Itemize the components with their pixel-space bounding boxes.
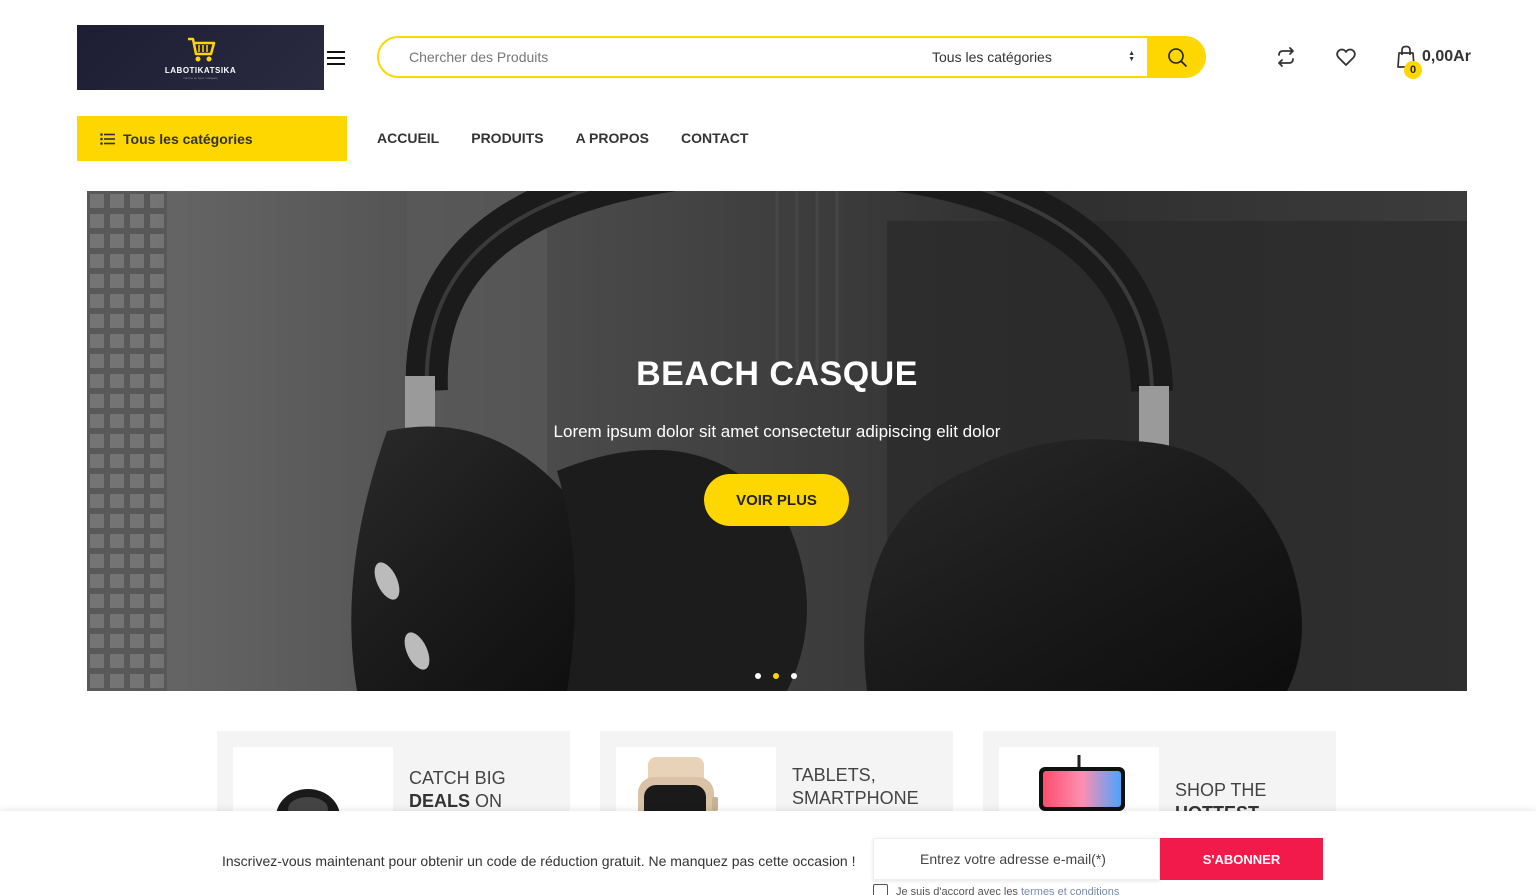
main-nav: ACCUEIL PRODUITS A PROPOS CONTACT bbox=[377, 130, 748, 146]
search-button[interactable] bbox=[1147, 38, 1204, 76]
site-logo[interactable]: LABOTIKATSIKA marché en ligne malagasy bbox=[77, 25, 324, 90]
terms-link[interactable]: termes et conditions bbox=[1021, 886, 1119, 895]
slider-dot-2[interactable] bbox=[773, 673, 779, 679]
search-category-value: Tous les catégories bbox=[932, 49, 1052, 65]
newsletter-bar: Inscrivez-vous maintenant pour obtenir u… bbox=[0, 811, 1536, 895]
select-arrows-icon: ▲ ▼ bbox=[1128, 50, 1135, 63]
search-input[interactable] bbox=[379, 38, 922, 76]
hero-subtitle: Lorem ipsum dolor sit amet consectetur a… bbox=[553, 422, 1001, 441]
cart-total: 0,00Ar bbox=[1422, 48, 1471, 65]
hero-title: BEACH CASQUE bbox=[636, 355, 918, 393]
all-categories-button[interactable]: Tous les catégories bbox=[77, 116, 347, 161]
brand-tagline: marché en ligne malagasy bbox=[182, 75, 219, 80]
search-category-select[interactable]: Tous les catégories ▲ ▼ bbox=[922, 38, 1147, 76]
menu-toggle-icon[interactable] bbox=[326, 49, 346, 67]
search-icon bbox=[1167, 48, 1187, 67]
cart-button[interactable]: 0 0,00Ar bbox=[1396, 45, 1471, 79]
slider-dot-3[interactable] bbox=[791, 673, 797, 679]
all-categories-label: Tous les catégories bbox=[123, 130, 253, 147]
brand-name: LABOTIKATSIKA bbox=[164, 65, 237, 75]
cart-count-badge: 0 bbox=[1404, 61, 1422, 79]
promo-text-deals: CATCH BIG DEALS ON bbox=[409, 768, 506, 811]
promo-text-tablets: TABLETS, SMARTPHONE bbox=[792, 765, 919, 808]
search-bar: Tous les catégories ▲▼ bbox=[377, 36, 1206, 78]
terms-agreement: Je suis d'accord avec les termes et cond… bbox=[873, 884, 1119, 895]
newsletter-email-input[interactable] bbox=[873, 838, 1160, 880]
compare-icon[interactable] bbox=[1275, 46, 1297, 68]
nav-link-a-propos[interactable]: A PROPOS bbox=[576, 130, 649, 146]
terms-agree-text: Je suis d'accord avec les bbox=[896, 885, 1018, 895]
slider-dots bbox=[755, 673, 797, 679]
list-icon bbox=[100, 132, 115, 145]
subscribe-button[interactable]: S'ABONNER bbox=[1160, 838, 1323, 880]
wishlist-heart-icon[interactable] bbox=[1335, 46, 1357, 68]
newsletter-text: Inscrivez-vous maintenant pour obtenir u… bbox=[222, 853, 856, 869]
nav-link-produits[interactable]: PRODUITS bbox=[471, 130, 543, 146]
slider-dot-1[interactable] bbox=[755, 673, 761, 679]
hero-cta-button[interactable]: VOIR PLUS bbox=[704, 474, 849, 526]
terms-checkbox[interactable] bbox=[873, 884, 888, 895]
nav-link-accueil[interactable]: ACCUEIL bbox=[377, 130, 439, 146]
hero-slider: BEACH CASQUE Lorem ipsum dolor sit amet … bbox=[87, 191, 1467, 691]
cart-logo-icon bbox=[187, 37, 215, 61]
nav-link-contact[interactable]: CONTACT bbox=[681, 130, 748, 146]
